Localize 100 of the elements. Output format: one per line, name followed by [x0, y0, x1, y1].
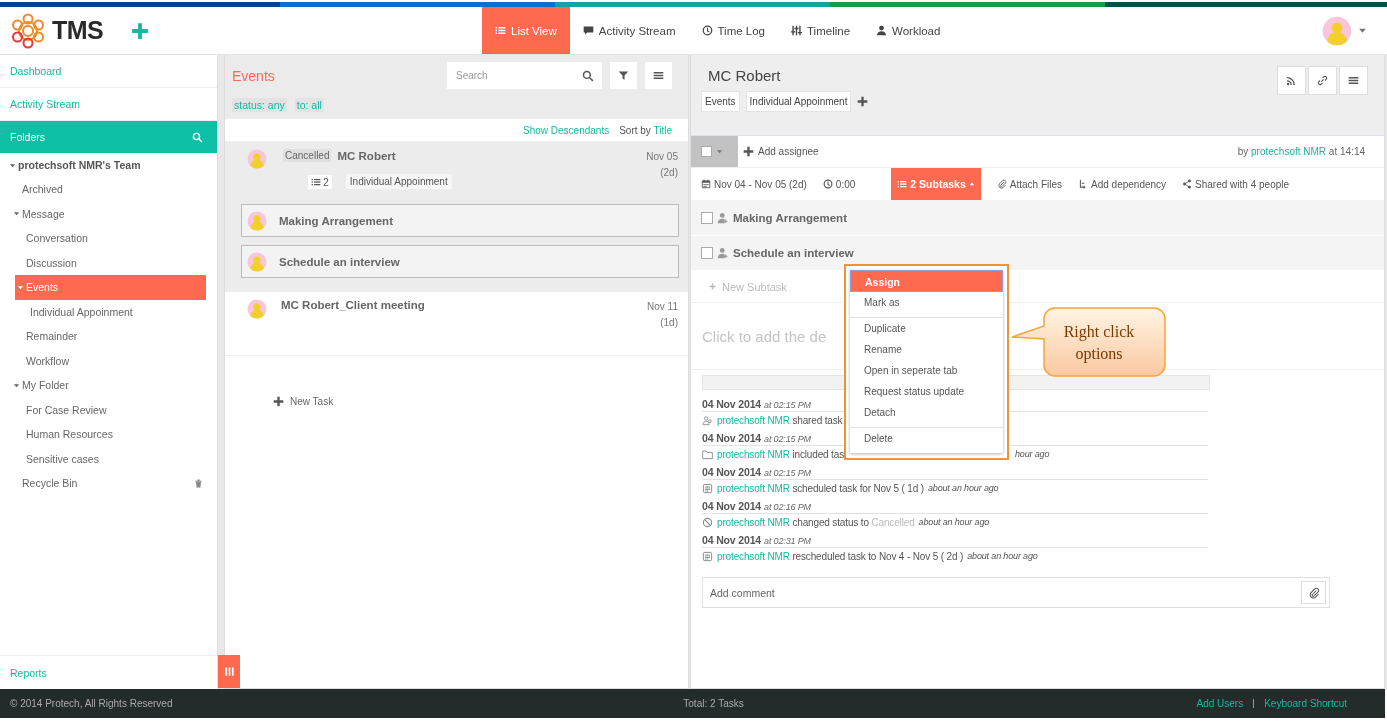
footer-link[interactable]: Keyboard Shortcut — [1253, 699, 1357, 708]
plus-icon[interactable] — [857, 96, 869, 107]
subtask-title: Making Arrangement — [279, 214, 393, 227]
task-total: Total: 2 Tasks — [682, 698, 745, 709]
copyright-text: © 2014 Protech, All Rights Reserved — [10, 698, 174, 709]
menu-item[interactable]: Rename — [850, 339, 1003, 360]
plus-icon — [743, 146, 754, 157]
link-button[interactable] — [1308, 66, 1337, 95]
log-ago: about an hour ago — [918, 517, 990, 527]
menu-item[interactable]: Duplicate — [850, 318, 1003, 339]
tree-item[interactable]: My Folder — [0, 373, 217, 398]
person-icon — [876, 25, 888, 36]
caret-icon — [13, 381, 20, 389]
shared-link[interactable]: Shared with 4 people — [1195, 178, 1290, 190]
caret-icon — [968, 181, 975, 187]
tree-item[interactable]: protechsoft NMR's Team — [0, 153, 217, 177]
calendar-icon — [702, 482, 713, 494]
tree-item[interactable]: Remainder — [0, 324, 217, 349]
task-row[interactable]: Cancelled MC Robert 2 Individual Appoinment Nov 05 (2d) Making Arrangement Schedule an interview — [225, 142, 688, 292]
log-ago: hour ago — [1015, 449, 1050, 459]
menu-item[interactable]: Mark as — [850, 292, 1003, 313]
add-assignee-link[interactable]: Add assignee — [758, 146, 819, 157]
checkbox[interactable] — [701, 146, 712, 157]
log-date: 04 Nov 2014 — [702, 466, 762, 478]
clock-icon — [822, 179, 833, 189]
nav-tab[interactable]: Timeline — [778, 7, 864, 54]
footer-link[interactable]: Add Users — [1186, 699, 1254, 708]
caret-icon — [9, 161, 16, 169]
sort-control[interactable]: Sort by Title — [619, 124, 672, 136]
tree-item[interactable]: Workflow — [0, 348, 217, 373]
task-date: Nov 05 — [646, 150, 678, 164]
author-note: by protechsoft NMR at 14:14 — [1237, 146, 1366, 157]
dependency-icon — [1078, 179, 1088, 189]
select-dropdown[interactable] — [691, 136, 738, 167]
attach-button[interactable] — [1301, 581, 1326, 604]
tag[interactable]: Events — [701, 91, 740, 112]
menu-item[interactable]: Detach — [850, 402, 1003, 423]
sliders-icon — [791, 25, 802, 36]
calendar-icon — [701, 179, 711, 189]
share-icon — [1182, 179, 1193, 189]
search-icon[interactable] — [192, 131, 203, 143]
menu-item[interactable]: Delete — [850, 428, 1003, 449]
collapse-handle[interactable] — [218, 655, 240, 688]
search-field[interactable]: Search — [447, 62, 602, 89]
tree-item[interactable]: Archived — [0, 177, 217, 202]
avatar-icon — [247, 251, 267, 272]
nav-tab[interactable]: Workload — [863, 7, 954, 54]
subtask-title[interactable]: Schedule an interview — [733, 247, 854, 259]
filter-button[interactable] — [610, 62, 637, 89]
task-duration: (2d) — [659, 166, 678, 180]
attach-files-link[interactable]: Attach Files — [1009, 178, 1062, 190]
log-time: at 02:31 PM — [764, 536, 811, 546]
avatar-icon — [247, 149, 267, 169]
add-dependency-link[interactable]: Add dependency — [1091, 178, 1167, 190]
tag[interactable]: Individual Appoinment — [745, 91, 852, 112]
task-title: MC Robert_Client meeting — [281, 299, 425, 311]
log-time: at 02:15 PM — [764, 400, 811, 410]
log-text: protechsoft NMR scheduled task for Nov 5 ( 1d ) — [717, 482, 924, 494]
tree-item[interactable]: Human Resources — [0, 422, 217, 447]
subtask-card[interactable]: Schedule an interview — [241, 245, 679, 278]
subtask-title: Schedule an interview — [279, 255, 400, 268]
menu-button[interactable] — [1339, 66, 1368, 95]
menu-item[interactable]: Open in seperate tab — [850, 360, 1003, 381]
subtask-count[interactable]: 2 — [308, 174, 332, 189]
log-ago: about an hour ago — [927, 483, 999, 493]
nav-tab[interactable]: Activity Stream — [569, 7, 689, 54]
tree-item[interactable]: Recycle Bin — [0, 471, 217, 496]
folder-icon — [702, 448, 713, 460]
task-date: Nov 11 — [647, 300, 678, 314]
checkbox[interactable] — [701, 212, 713, 224]
tree-item[interactable]: Sensitive cases — [0, 446, 217, 471]
log-date: 04 Nov 2014 — [702, 432, 762, 444]
trash-icon[interactable] — [194, 478, 203, 488]
plus-icon — [709, 283, 716, 290]
tree-item[interactable]: Discussion — [0, 250, 217, 275]
date-range[interactable]: Nov 04 - Nov 05 (2d) — [714, 178, 807, 190]
grip-icon — [223, 666, 235, 677]
rss-button[interactable] — [1277, 66, 1306, 95]
comment-field[interactable]: Add comment — [702, 577, 1330, 608]
checkbox[interactable] — [701, 247, 713, 259]
menu-item[interactable]: Request status update — [850, 381, 1003, 402]
menu-button[interactable] — [645, 62, 672, 89]
subtask-card[interactable]: Making Arrangement — [241, 204, 679, 237]
new-task-link[interactable]: New Task — [290, 396, 334, 407]
nav-tab[interactable]: Time Log — [688, 7, 778, 54]
paperclip-icon — [1307, 586, 1320, 599]
link-icon — [1317, 75, 1328, 86]
add-icon[interactable] — [131, 21, 150, 40]
tree-item[interactable]: For Case Review — [0, 397, 217, 422]
subtask-title[interactable]: Making Arrangement — [733, 212, 847, 224]
tree-item[interactable]: Individual Appoinment — [0, 299, 217, 324]
assign-icon — [717, 212, 729, 224]
list-icon — [495, 25, 506, 36]
tree-item[interactable]: Message — [0, 201, 217, 226]
tree-item[interactable]: Conversation — [0, 226, 217, 251]
time-spent[interactable]: 0:00 — [835, 178, 856, 190]
log-ago: about an hour ago — [967, 551, 1038, 561]
menu-icon — [653, 70, 664, 81]
logo-icon — [10, 12, 46, 49]
log-time: at 02:15 PM — [764, 434, 811, 444]
